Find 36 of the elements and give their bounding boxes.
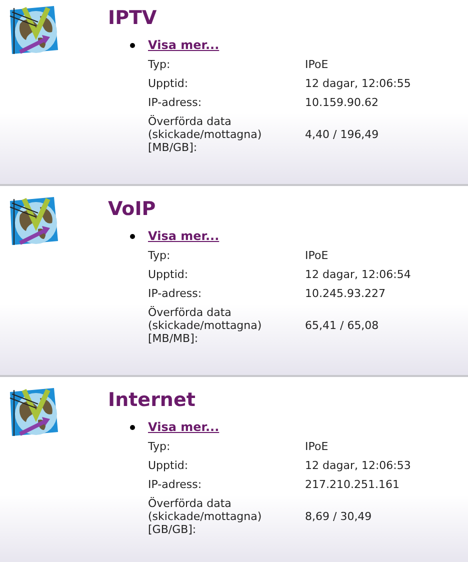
- field-value: 4,40 / 196,49: [305, 128, 380, 141]
- globe-icon: [8, 4, 60, 56]
- section-title: VoIP: [108, 197, 156, 222]
- field-value: IPoE: [305, 249, 330, 262]
- field-label: Överförda data (skickade/mottagna) [MB/MB]:: [148, 306, 263, 345]
- bullet-icon: [130, 234, 135, 238]
- section-title: IPTV: [108, 6, 157, 31]
- field-value: 12 dagar, 12:06:53: [305, 459, 412, 472]
- field-label: Upptid:: [148, 459, 190, 472]
- field-label: IP-adress:: [148, 287, 203, 300]
- field-label: Upptid:: [148, 77, 190, 90]
- field-label: Typ:: [148, 58, 172, 71]
- field-value: IPoE: [305, 440, 330, 453]
- field-value: 8,69 / 30,49: [305, 510, 373, 523]
- field-label: Upptid:: [148, 268, 190, 281]
- show-more-link[interactable]: Visa mer...: [148, 229, 220, 243]
- bullet-icon: [130, 42, 135, 48]
- field-value: 217.210.251.161: [305, 478, 400, 491]
- field-label: IP-adress:: [148, 96, 203, 109]
- globe-icon: [8, 195, 60, 247]
- field-label: Typ:: [148, 440, 172, 453]
- section-title: Internet: [108, 388, 196, 413]
- field-value: IPoE: [305, 58, 330, 71]
- show-more-link[interactable]: Visa mer...: [148, 420, 220, 434]
- field-label: Typ:: [148, 249, 172, 262]
- bullet-icon: [130, 424, 135, 430]
- field-label: IP-adress:: [148, 478, 203, 491]
- field-value: 12 dagar, 12:06:54: [305, 268, 412, 281]
- show-more-link[interactable]: Visa mer...: [148, 38, 220, 52]
- field-value: 65,41 / 65,08: [305, 319, 380, 332]
- field-value: 10.159.90.62: [305, 96, 380, 109]
- field-label: Överförda data (skickade/mottagna) [MB/GB]:: [148, 115, 263, 154]
- field-value: 12 dagar, 12:06:55: [305, 77, 412, 90]
- globe-icon: [8, 386, 60, 438]
- field-value: 10.245.93.227: [305, 287, 386, 300]
- field-label: Överförda data (skickade/mottagna) [GB/GB]:: [148, 497, 263, 536]
